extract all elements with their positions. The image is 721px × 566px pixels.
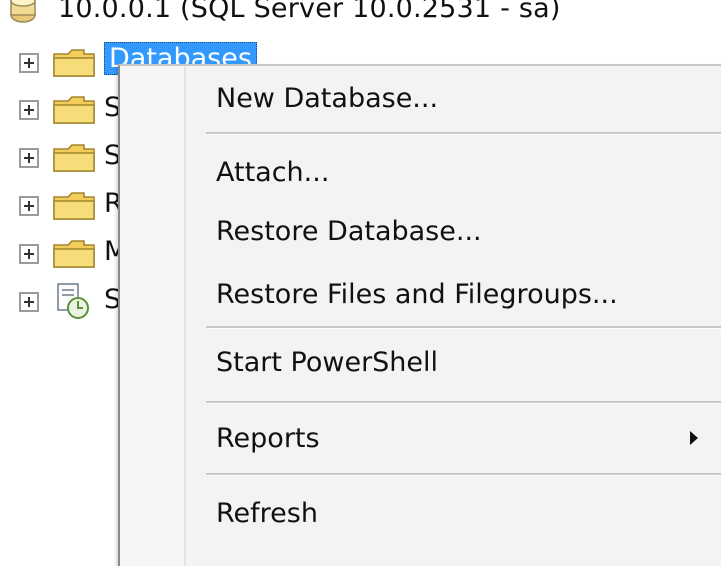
server-node[interactable]: 10.0.0.1 (SQL Server 10.0.2531 - sa) bbox=[8, 0, 561, 24]
menu-item-label: Start PowerShell bbox=[216, 346, 439, 378]
folder-icon bbox=[53, 240, 95, 268]
expand-icon[interactable] bbox=[19, 100, 39, 120]
menu-item-reports[interactable]: Reports bbox=[182, 412, 721, 464]
menu-item-refresh[interactable]: Refresh bbox=[182, 487, 721, 539]
folder-icon bbox=[53, 144, 95, 172]
server-node-label: 10.0.0.1 (SQL Server 10.0.2531 - sa) bbox=[58, 0, 561, 24]
folder-icon bbox=[53, 192, 95, 220]
sql-agent-icon bbox=[57, 283, 89, 319]
menu-item-attach[interactable]: Attach... bbox=[182, 146, 721, 198]
menu-item-label: Reports bbox=[216, 422, 320, 454]
expand-icon[interactable] bbox=[19, 196, 39, 216]
menu-separator bbox=[206, 326, 721, 329]
menu-item-label: Restore Database... bbox=[216, 215, 482, 247]
folder-icon bbox=[53, 49, 95, 77]
folder-icon bbox=[53, 96, 95, 124]
expand-icon[interactable] bbox=[19, 244, 39, 264]
menu-separator bbox=[206, 401, 721, 404]
expand-icon[interactable] bbox=[19, 292, 39, 312]
menu-separator bbox=[206, 473, 721, 476]
menu-item-label: Refresh bbox=[216, 497, 318, 529]
menu-item-label: New Database... bbox=[216, 82, 439, 114]
expand-icon[interactable] bbox=[19, 148, 39, 168]
menu-item-new-database[interactable]: New Database... bbox=[182, 72, 721, 124]
menu-icon-gutter bbox=[120, 66, 186, 566]
menu-item-label: Attach... bbox=[216, 156, 330, 188]
menu-item-start-powershell[interactable]: Start PowerShell bbox=[182, 336, 721, 388]
menu-separator bbox=[206, 132, 721, 135]
server-icon bbox=[10, 0, 36, 23]
chevron-right-icon bbox=[690, 431, 698, 445]
expand-icon[interactable] bbox=[19, 53, 39, 73]
menu-item-label: Restore Files and Filegroups... bbox=[216, 278, 618, 310]
menu-item-restore-database[interactable]: Restore Database... bbox=[182, 205, 721, 257]
menu-item-restore-files-and-filegroups[interactable]: Restore Files and Filegroups... bbox=[182, 268, 721, 320]
